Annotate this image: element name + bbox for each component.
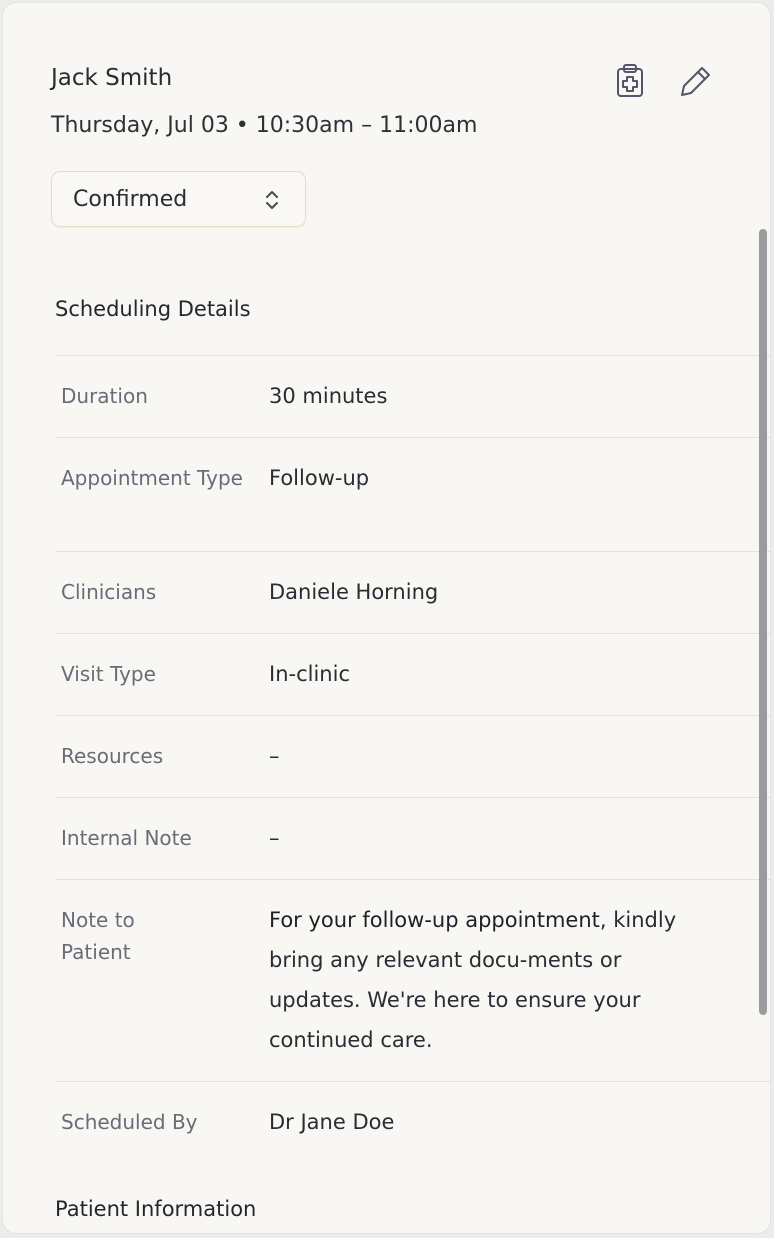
pencil-icon[interactable] [676, 61, 716, 101]
detail-row: Appointment Type Follow-up [55, 437, 770, 551]
detail-value: 30 minutes [269, 384, 388, 408]
status-select[interactable]: Confirmed [51, 171, 306, 227]
detail-label: Duration [61, 384, 148, 408]
detail-value: – [269, 826, 280, 850]
detail-value: In-clinic [269, 662, 350, 686]
detail-row: Scheduled By Dr Jane Doe [55, 1081, 770, 1163]
scheduling-details-title: Scheduling Details [55, 297, 251, 321]
detail-label: Internal Note [61, 826, 192, 850]
appointment-datetime: Thursday, Jul 03 • 10:30am – 11:00am [51, 113, 478, 138]
patient-name: Jack Smith [51, 65, 173, 91]
detail-row: Duration 30 minutes [55, 355, 770, 437]
detail-value: Dr Jane Doe [269, 1110, 395, 1134]
clipboard-plus-icon[interactable] [610, 61, 650, 101]
detail-value: Daniele Horning [269, 580, 439, 604]
detail-label: Appointment Type [61, 466, 243, 490]
detail-row: Note to Patient For your follow-up appoi… [55, 879, 770, 1081]
detail-label: Visit Type [61, 662, 156, 686]
status-value: Confirmed [73, 186, 188, 212]
note-bold-text: For your follow-up appointment [269, 908, 600, 932]
detail-label: Resources [61, 744, 164, 768]
detail-row: Visit Type In-clinic [55, 633, 770, 715]
detail-row: Resources – [55, 715, 770, 797]
detail-row: Internal Note – [55, 797, 770, 879]
detail-label: Note to Patient [61, 908, 135, 964]
appointment-panel: Jack Smith Thursday, Jul 03 • 10:30am – … [2, 2, 771, 1234]
patient-information-title: Patient Information [55, 1197, 257, 1221]
detail-value: – [269, 744, 280, 768]
scheduling-details-table: Duration 30 minutes Appointment Type Fol… [55, 355, 770, 1163]
detail-row: Clinicians Daniele Horning [55, 551, 770, 633]
detail-label: Scheduled By [61, 1110, 198, 1134]
chevron-up-down-icon [265, 189, 279, 217]
scrollbar[interactable] [759, 229, 767, 1015]
detail-label: Clinicians [61, 580, 157, 604]
detail-value-note: For your follow-up appointment, kindly b… [269, 900, 689, 1081]
detail-value: Follow-up [269, 466, 370, 490]
